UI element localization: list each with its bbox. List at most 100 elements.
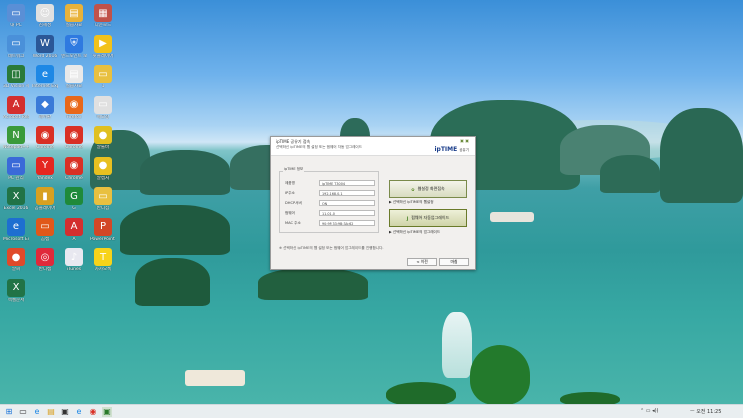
desktop-icon[interactable]: X Excel 2016 (3, 187, 29, 211)
chrome-icon[interactable]: ◉ (88, 407, 98, 417)
desktop-icon[interactable]: ▶ 팟플레이어 (90, 34, 116, 59)
start-icon[interactable]: ⊞ (4, 407, 14, 417)
desktop-icon[interactable]: eMicrosoft Edge (3, 217, 29, 242)
desktop-icon-label: 실습자료 (65, 84, 83, 89)
desktop-icon[interactable]: ▮ 곰플레이어 (32, 187, 58, 211)
island (600, 155, 660, 193)
task-view-icon[interactable]: ▭ (18, 407, 28, 417)
desktop-icon-label: Yandex (37, 175, 53, 181)
app-icon: A (7, 95, 25, 114)
web-settings-link[interactable]: ▶ 선택하신 ipTIME의 웹설정 (389, 200, 434, 205)
desktop-icon[interactable]: ◆ 제어판 (32, 95, 58, 120)
desktop-icon[interactable]: ◉ Chrome (32, 126, 58, 150)
desktop-icon-label: 알씨 (11, 267, 21, 272)
app-icon: ● (7, 248, 25, 266)
desktop-icon[interactable]: ◉ Firefox (61, 95, 87, 120)
desktop-icon[interactable]: ◉ Chrome (61, 156, 87, 181)
desktop-icon[interactable]: ● 알씨 (3, 248, 29, 272)
store-icon[interactable]: ▣ (60, 407, 70, 417)
desktop-icon-label: 1 (101, 84, 105, 89)
firmware-upgrade-label: 펌웨어 자동업그레이드 (411, 215, 450, 220)
web-settings-button[interactable]: ✿ 웹설정 화면접속 (389, 180, 467, 198)
edge-icon[interactable]: e (32, 407, 42, 417)
firmware-upgrade-button[interactable]: J 펌웨어 자동업그레이드 (389, 209, 467, 227)
field-label: IP주소 (285, 191, 295, 195)
desktop-icon[interactable]: ⛨엔드포인트 보안 (61, 34, 87, 59)
desktop-icon[interactable]: ▭ 반디집 (90, 187, 116, 211)
dialog-header: ipTIME 공유기 접속 선택하신 ipTIME의 웹 설정 또는 펌웨어 자… (271, 137, 475, 156)
desktop-icon[interactable]: ▤ 실습자료 (61, 4, 87, 28)
desktop-icon[interactable]: ▭ PC 관리 (3, 156, 29, 181)
app-icon: ▦ (94, 4, 112, 22)
desktop-icon[interactable]: ▭ 내 PC (3, 4, 29, 28)
field-value: ON (319, 200, 375, 206)
close-icon[interactable]: ▣ (465, 138, 469, 143)
app-icon: ◉ (65, 95, 83, 114)
desktop-icon-label: 곰플레이어 (34, 206, 56, 211)
desktop-icon[interactable]: ◫3D Vision 사진 뷰어 (3, 65, 29, 89)
desktop-icon-label: 반디캠 (38, 267, 52, 272)
minimize-icon[interactable]: ▣ (460, 138, 464, 143)
desktop-icon[interactable]: ▭ 메모장 (90, 95, 116, 120)
desktop-icon-label: 반디집 (96, 206, 110, 211)
desktop-icon[interactable]: ◉ Chrome (61, 126, 87, 150)
desktop-icon-label: Firefox (66, 114, 82, 120)
app-icon: G (65, 187, 83, 205)
app-icon: ▤ (65, 4, 83, 22)
desktop-icon[interactable]: GG (61, 187, 87, 211)
desktop-icon[interactable]: ● 알툴바 (90, 126, 116, 150)
dialog-subtitle: 선택하신 ipTIME의 웹 설정 또는 펌웨어 자동 업그레이드 (276, 145, 363, 149)
app-icon: A (65, 217, 83, 236)
finish-button[interactable]: 마침 (439, 258, 469, 266)
desktop-icon[interactable]: ▭ 네트워크 (3, 34, 29, 59)
desktop-icon-label: 내 PC (10, 23, 22, 28)
desktop-icon[interactable]: PPowerPoint 2016 (90, 217, 116, 242)
desktop-icon[interactable]: eInternet Explorer (32, 65, 58, 89)
desktop-icon[interactable]: ▭ 곰캠 (32, 217, 58, 242)
desktop-icon[interactable]: ◎ 반디캠 (32, 248, 58, 272)
desktop-icon-label: PC 관리 (8, 175, 24, 181)
desktop-icon-label: 엔드포인트 보안 (61, 53, 87, 59)
app-icon: ◉ (36, 126, 54, 144)
tray-icons[interactable]: ⌃ ▭ ◂)) (640, 408, 659, 414)
palm-leaves (470, 345, 530, 405)
desktop-icon-label: PowerPoint 2016 (90, 236, 116, 242)
clock[interactable]: ㅡ 오전 11:25 (690, 408, 721, 415)
desktop-icon[interactable]: ▤ 실습자료 (61, 65, 87, 89)
desktop-icon[interactable]: W Word 2016 (32, 34, 58, 59)
desktop-icon-label: Word 2016 (32, 53, 58, 59)
app-icon: ▤ (65, 65, 83, 83)
back-button[interactable]: < 이전 (407, 258, 437, 266)
ie-icon[interactable]: e (74, 407, 84, 417)
field-value: ipTIME T3004 (319, 180, 375, 186)
desktop-icon-label: G (72, 206, 76, 211)
boat (185, 370, 245, 386)
desktop-icon-label: 카카오톡 (94, 267, 112, 272)
app-icon: ▭ (7, 34, 25, 53)
desktop-icon[interactable]: ▭ 1 (90, 65, 116, 89)
desktop-icon-label: 곰캠 (40, 236, 50, 242)
desktop-icon[interactable]: Y Yandex (32, 156, 58, 181)
desktop-icon-label: 다운로드 (94, 23, 112, 28)
desktop-icon-label: 네트워크 (7, 53, 25, 59)
logo-sub: 공유기 (459, 148, 469, 152)
desktop-icon[interactable]: N Notepad++ (3, 126, 29, 150)
desktop-icon[interactable]: ● 알캡처 (90, 156, 116, 181)
desktop-icon-label: Acrobat Reader DC (3, 114, 29, 120)
desktop-icon[interactable]: X 엑셀문서 (3, 278, 29, 303)
desktop-icon[interactable]: ▦ 다운로드 (90, 4, 116, 28)
firmware-upgrade-link[interactable]: ▶ 선택하신 ipTIME의 업그레이드 (389, 230, 440, 235)
file-explorer-icon[interactable]: ▤ (46, 407, 56, 417)
desktop-icon[interactable]: ☺ 김혜성 (32, 4, 58, 28)
app-icon: ▶ (94, 34, 112, 53)
desktop-icon[interactable]: AAcrobat Reader DC (3, 95, 29, 120)
field-label: DHCP서버 (285, 201, 302, 205)
desktop-icon[interactable]: ♪ iTunes (61, 248, 87, 272)
app-icon: ◫ (7, 65, 25, 83)
desktop-icon[interactable]: AA (61, 217, 87, 242)
iptime-task-icon[interactable]: ▣ (102, 407, 112, 417)
desktop-icon-label: 알툴바 (96, 145, 110, 150)
app-icon: ◎ (36, 248, 54, 266)
desktop-icon[interactable]: T 카카오톡 (90, 248, 116, 272)
app-icon: ◉ (65, 126, 83, 144)
